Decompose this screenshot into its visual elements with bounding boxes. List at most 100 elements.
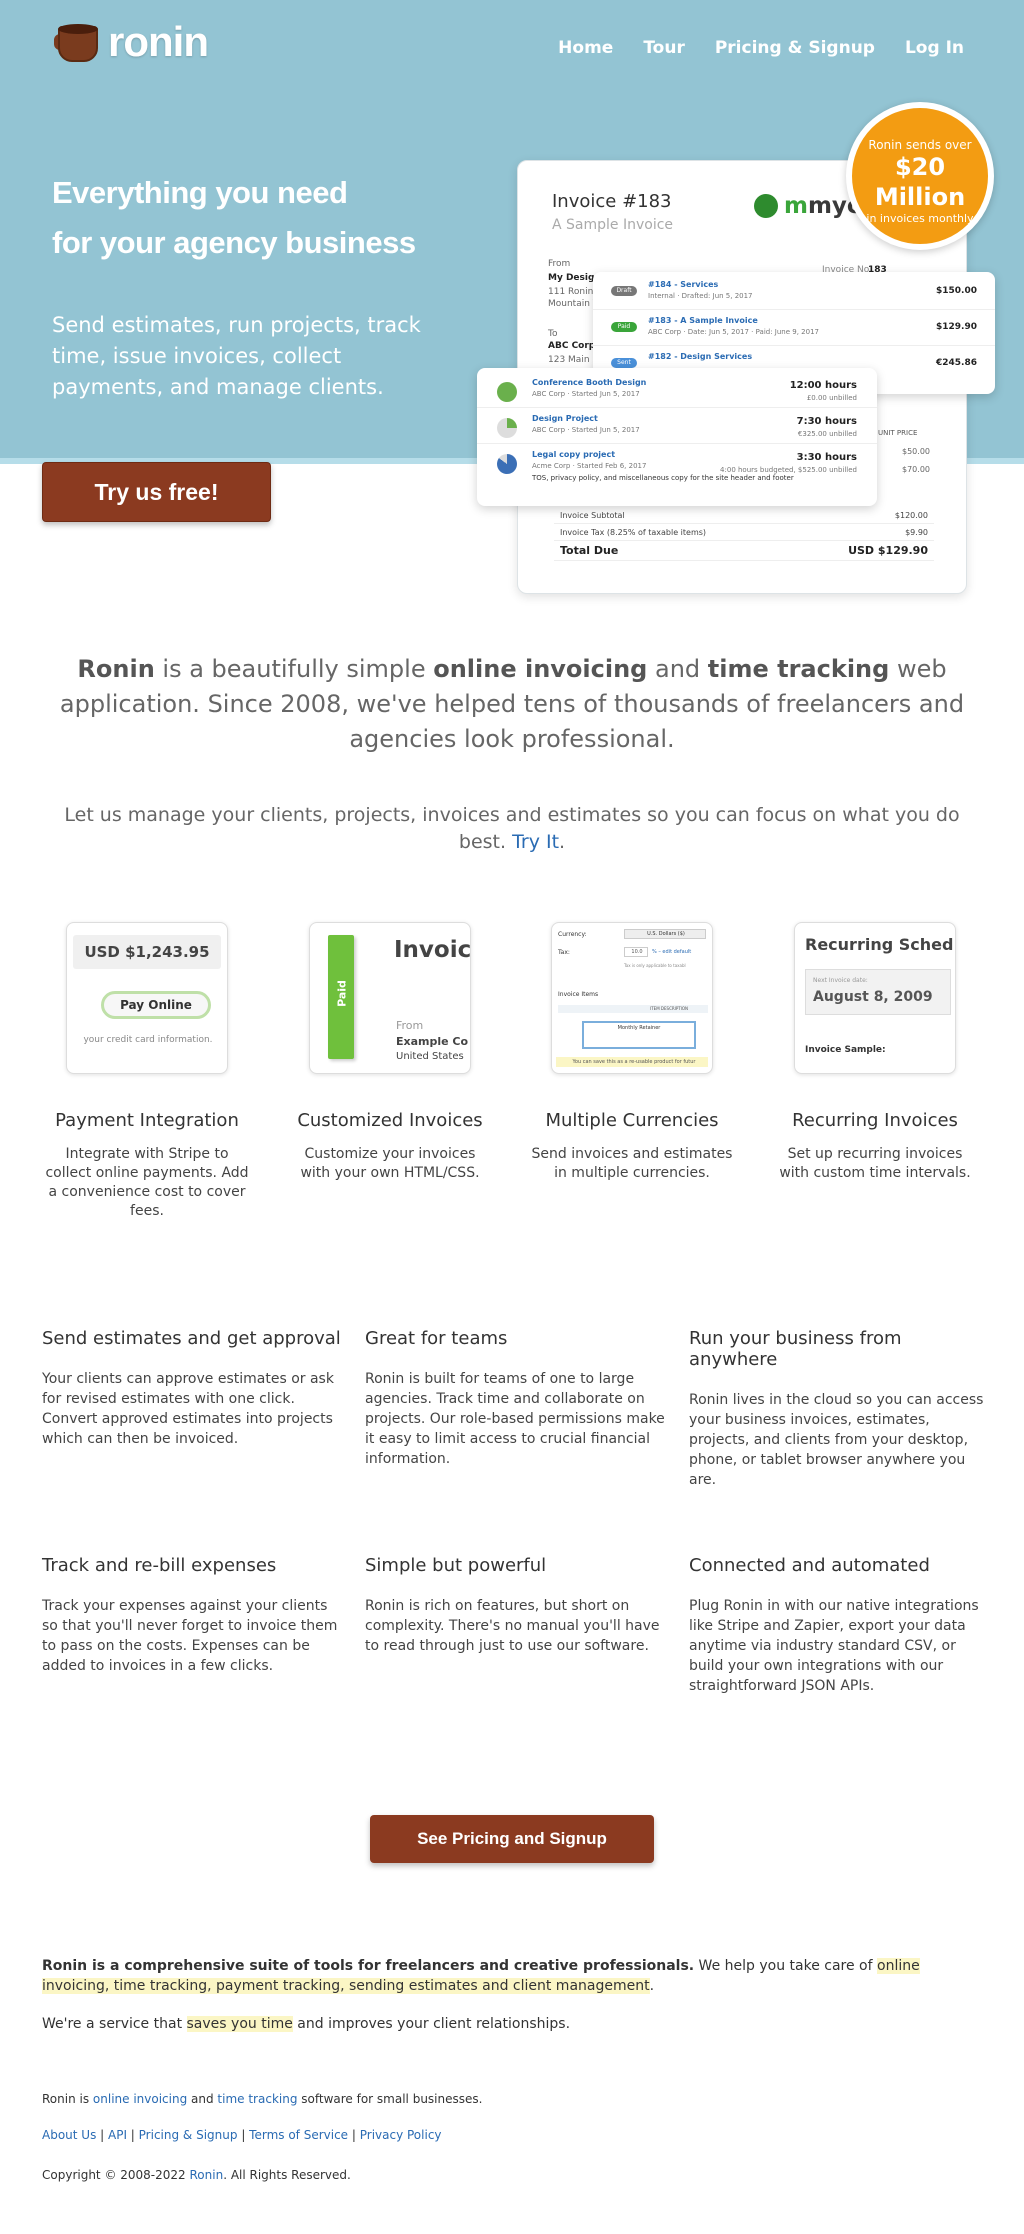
project-list-row[interactable]: Legal copy project Acme Corp · Started F… (477, 446, 877, 492)
nav-home[interactable]: Home (558, 38, 613, 58)
try-it-link[interactable]: Try It (512, 831, 559, 853)
nav-log-in[interactable]: Log In (905, 38, 964, 58)
invoice-list-row[interactable]: Draft #184 - Services Internal · Drafted… (593, 276, 995, 310)
total-row: Total Due USD $129.90 (554, 541, 934, 561)
total-label: Total Due (560, 544, 619, 557)
badge-line1: Ronin sends over (868, 138, 972, 152)
currency-label: Currency: (558, 931, 587, 938)
feature-item-title: Track and re-bill expenses (42, 1555, 277, 1576)
main-nav: Home Tour Pricing & Signup Log In (558, 38, 964, 58)
project-title: Conference Booth Design (532, 378, 647, 387)
tax-value: $9.90 (905, 527, 928, 537)
project-hours: 3:30 hours (796, 452, 857, 463)
copyright-text: Copyright © 2008-2022 (42, 2168, 190, 2182)
project-list-row[interactable]: Design Project ABC Corp · Started Jun 5,… (477, 410, 877, 444)
feature-item: Track and re-bill expenses Track your ex… (42, 1555, 342, 1676)
feature-customized-invoices: Paid Invoic From Example Co United State… (280, 922, 500, 1183)
feature-item-title: Connected and automated (689, 1555, 930, 1576)
footer-link-api[interactable]: API (108, 2128, 127, 2142)
item-textarea: Monthly Retainer (582, 1021, 696, 1049)
intro-bold: time tracking (707, 655, 890, 683)
feature-item-desc: Ronin is rich on features, but short on … (365, 1598, 660, 1654)
invoice-list-title: #183 - A Sample Invoice (648, 316, 758, 325)
feature-title: Customized Invoices (297, 1110, 483, 1131)
intro-bold: online invoicing (433, 655, 648, 683)
invoice-list-title: #182 - Design Services (648, 352, 753, 361)
feature-multiple-currencies: Currency: U.S. Dollars ($) Tax: 10.0 % –… (522, 922, 742, 1183)
project-list-panel: Conference Booth Design ABC Corp · Start… (477, 368, 877, 506)
hero-title: Everything you need for your agency busi… (52, 168, 472, 268)
logo[interactable]: ronin (54, 18, 209, 66)
project-unbilled: £0.00 unbilled (806, 394, 857, 402)
footer-tagline: Ronin is online invoicing and time track… (42, 2092, 482, 2106)
hero-title-line1: Everything you need (52, 175, 348, 210)
subtotal-row: Invoice Subtotal $120.00 (554, 507, 934, 524)
invoice-list-meta: Internal · Drafted: Jun 5, 2017 (648, 292, 753, 300)
feature-item: Send estimates and get approval Your cli… (42, 1328, 342, 1449)
feature-item-title: Run your business from anywhere (689, 1328, 902, 1370)
try-free-button[interactable]: Try us free! (42, 462, 271, 522)
online-invoicing-link[interactable]: online invoicing (93, 2092, 187, 2106)
manage-text: Let us manage your clients, projects, in… (40, 802, 984, 856)
manage-end: . (559, 831, 566, 853)
footer-link-about[interactable]: About Us (42, 2128, 96, 2142)
project-progress-icon (497, 418, 517, 438)
subtotal-label: Invoice Subtotal (560, 510, 625, 520)
feature-item-title: Send estimates and get approval (42, 1328, 341, 1349)
country: United States (396, 1051, 464, 1062)
invoice-list-amount: $150.00 (936, 286, 977, 296)
item-desc-header: ITEM DESCRIPTION (558, 1005, 708, 1013)
example-company: Example Co (396, 1035, 469, 1048)
recurring-thumbnail: Recurring Sched Next Invoice date: Augus… (794, 922, 956, 1074)
intro-brand: Ronin (77, 655, 155, 683)
feature-item: Connected and automated Plug Ronin in wi… (689, 1555, 989, 1696)
feature-title: Recurring Invoices (792, 1110, 958, 1131)
project-hours: 12:00 hours (789, 380, 857, 391)
about2-highlight: saves you time (186, 2016, 293, 2032)
feature-desc: Send invoices and estimates in multiple … (531, 1146, 733, 1181)
footer-link-terms[interactable]: Terms of Service (249, 2128, 348, 2142)
footer-link-privacy[interactable]: Privacy Policy (360, 2128, 442, 2142)
project-meta: ABC Corp · Started Jun 5, 2017 (532, 390, 640, 398)
project-unbilled: €325.00 unbilled (797, 430, 857, 438)
invoice-list-row[interactable]: Paid #183 - A Sample Invoice ABC Corp · … (593, 312, 995, 346)
see-pricing-button[interactable]: See Pricing and Signup (370, 1815, 654, 1863)
tax-edit-link: % – edit default (652, 949, 692, 955)
to-label: To (548, 329, 558, 339)
feature-item: Run your business from anywhere Ronin li… (689, 1328, 989, 1490)
about-end: . (649, 1978, 655, 1994)
footer-links: About Us | API | Pricing & Signup | Term… (42, 2128, 442, 2142)
status-badge: Draft (611, 286, 637, 296)
feature-title: Multiple Currencies (545, 1110, 719, 1131)
feature-recurring-invoices: Recurring Sched Next Invoice date: Augus… (765, 922, 985, 1183)
from-addr2: Mountain V (548, 299, 599, 309)
footer-separator: | (348, 2128, 360, 2142)
footer-text: software for small businesses. (297, 2092, 483, 2106)
company-logo-icon (754, 194, 778, 218)
project-progress-icon (497, 454, 517, 474)
from-label: From (548, 259, 571, 269)
footer-separator: | (237, 2128, 250, 2142)
project-list-row[interactable]: Conference Booth Design ABC Corp · Start… (477, 374, 877, 408)
footer-link-pricing[interactable]: Pricing & Signup (139, 2128, 238, 2142)
subtotal-value: $120.00 (894, 510, 928, 520)
nav-tour[interactable]: Tour (643, 38, 685, 58)
feature-payment-integration: USD $1,243.95 Pay Online your credit car… (37, 922, 257, 1221)
invoice-list-amount: €245.86 (936, 358, 977, 368)
invoice-heading: Invoic (394, 937, 471, 963)
project-meta: Acme Corp · Started Feb 6, 2017 (532, 462, 647, 470)
line-price: $50.00 (902, 447, 930, 456)
invoice-title: Invoice #183 (552, 191, 672, 212)
invoice-list-meta: ABC Corp · Date: Jun 5, 2017 · Paid: Jun… (648, 328, 819, 336)
footer-text: Ronin is (42, 2092, 93, 2106)
intro-part: is a beautifully simple (154, 655, 434, 683)
feature-desc: Integrate with Stripe to collect online … (45, 1146, 249, 1219)
monthly-invoices-badge: Ronin sends over $20 Million in invoices… (846, 102, 994, 250)
feature-item-title: Simple but powerful (365, 1555, 547, 1576)
nav-pricing-signup[interactable]: Pricing & Signup (715, 38, 875, 58)
time-tracking-link[interactable]: time tracking (217, 2092, 297, 2106)
project-note: TOS, privacy policy, and miscellaneous c… (532, 474, 794, 482)
ronin-home-link[interactable]: Ronin (190, 2168, 224, 2182)
project-title: Legal copy project (532, 450, 616, 459)
about-text-2: We're a service that saves you time and … (42, 2016, 982, 2032)
